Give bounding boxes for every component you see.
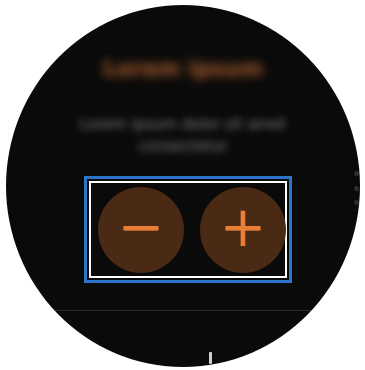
increase-button[interactable]: + <box>200 187 286 273</box>
divider <box>46 310 320 311</box>
screen-title: Lorem ipsum <box>102 57 264 82</box>
screen-message: Lorem ipsum dolor sit amet consectetur <box>79 115 287 155</box>
minus-icon: − <box>117 195 165 260</box>
scroll-indicator <box>209 352 212 364</box>
dot <box>353 171 359 176</box>
dot <box>353 185 359 191</box>
more-options-icon[interactable] <box>352 171 360 205</box>
decrease-button[interactable]: − <box>98 187 184 273</box>
page: Lorem ipsum Lorem ipsum dolor sit amet c… <box>0 0 365 370</box>
dot <box>353 200 359 205</box>
plus-icon: + <box>219 195 267 260</box>
